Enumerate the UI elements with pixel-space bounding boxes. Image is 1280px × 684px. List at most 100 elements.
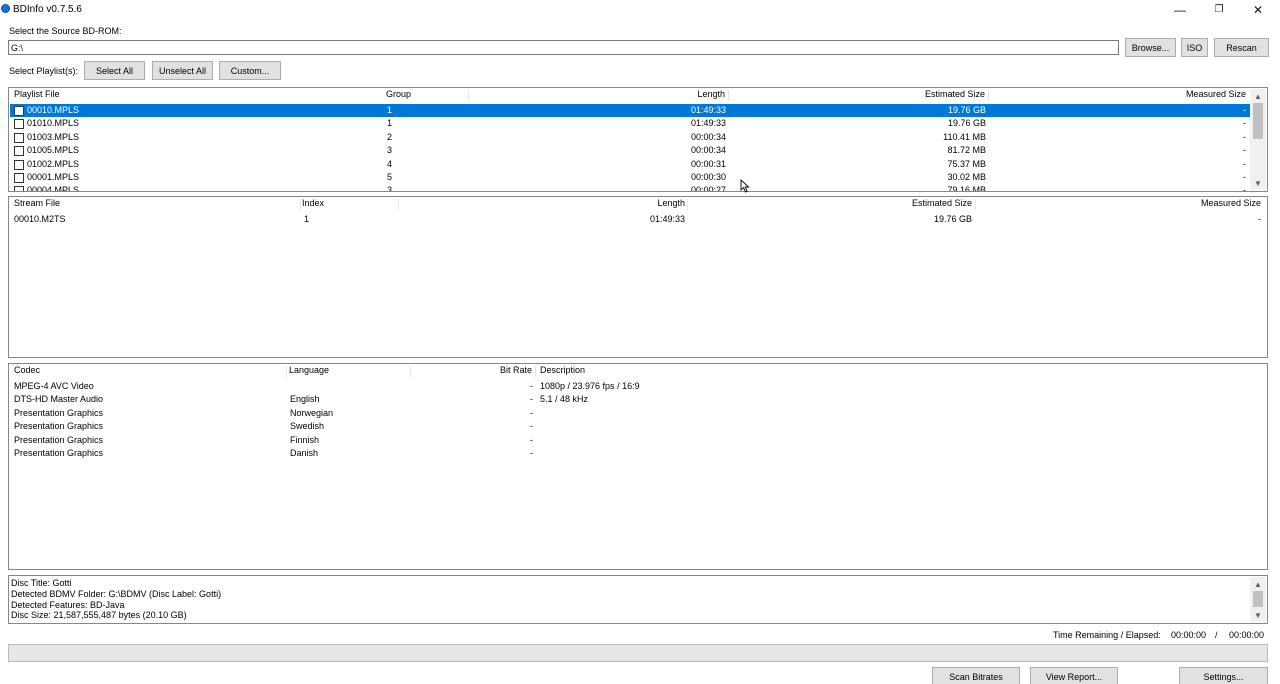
- playlist-estimated-size: 79.16 MB: [947, 185, 986, 192]
- playlist-group: 1: [387, 105, 393, 115]
- playlist-estimated-size: 19.76 GB: [947, 118, 986, 129]
- minimize-button[interactable]: —: [1160, 0, 1200, 19]
- scan-bitrates-button[interactable]: Scan Bitrates: [932, 667, 1020, 684]
- close-button[interactable]: ✕: [1238, 0, 1278, 19]
- header-divider[interactable]: [988, 90, 989, 101]
- playlist-row[interactable]: 00004.MPLS 3 00:00:27 79.16 MB -: [10, 184, 1250, 192]
- codec-row[interactable]: Presentation Graphics Danish -: [10, 447, 1266, 460]
- title-bar: BDInfo v0.7.5.6 — ❐ ✕: [0, 0, 1280, 19]
- header-measured-size[interactable]: Measured Size: [1159, 198, 1261, 211]
- codec-row[interactable]: Presentation Graphics Swedish -: [10, 420, 1266, 433]
- playlist-checkbox[interactable]: [14, 159, 24, 170]
- scroll-up-icon[interactable]: ▲: [1250, 89, 1266, 103]
- features-line: Detected Features: BD-Java: [11, 600, 125, 610]
- playlist-checkbox[interactable]: [14, 173, 24, 183]
- header-length[interactable]: Length: [649, 89, 725, 102]
- unselect-all-button[interactable]: Unselect All: [152, 61, 213, 80]
- header-divider[interactable]: [535, 366, 536, 377]
- playlist-estimated-size: 19.76 GB: [947, 105, 986, 115]
- playlist-list[interactable]: Playlist File Group Length Estimated Siz…: [8, 87, 1268, 192]
- codec-row[interactable]: Presentation Graphics Finnish -: [10, 434, 1266, 447]
- header-measured-size[interactable]: Measured Size: [1149, 89, 1246, 102]
- playlist-checkbox[interactable]: [14, 106, 24, 116]
- header-divider[interactable]: [398, 199, 399, 210]
- header-divider[interactable]: [286, 366, 287, 377]
- codec-language: Swedish: [290, 421, 325, 432]
- playlist-measured-size: -: [1243, 105, 1246, 115]
- playlist-checkbox[interactable]: [14, 119, 24, 130]
- header-divider[interactable]: [410, 366, 411, 377]
- playlist-file: 01010.MPLS: [27, 118, 80, 129]
- stream-row[interactable]: 00010.M2TS 1 01:49:33 19.76 GB -: [10, 213, 1266, 226]
- codec-name: Presentation Graphics: [14, 434, 104, 445]
- playlist-scrollbar[interactable]: ▲ ▼: [1250, 89, 1266, 190]
- playlist-checkbox[interactable]: [14, 146, 24, 157]
- playlist-checkbox[interactable]: [14, 132, 24, 143]
- codec-list[interactable]: Codec Language Bit Rate Description MPEG…: [8, 363, 1268, 570]
- restore-icon: ❐: [1214, 4, 1224, 15]
- header-index[interactable]: Index: [302, 198, 324, 211]
- playlist-row[interactable]: 01005.MPLS 3 00:00:34 81.72 MB -: [10, 144, 1250, 157]
- playlist-measured-size: -: [1243, 131, 1246, 142]
- header-divider[interactable]: [300, 199, 301, 210]
- header-divider[interactable]: [975, 199, 976, 210]
- disc-info-box[interactable]: Disc Title: Gotti Detected BDMV Folder: …: [8, 575, 1268, 624]
- header-length[interactable]: Length: [609, 198, 685, 211]
- restore-button[interactable]: ❐: [1199, 0, 1239, 19]
- playlist-length: 00:00:27: [690, 185, 726, 192]
- time-remaining: 00:00:00: [1171, 630, 1207, 640]
- playlist-estimated-size: 110.41 MB: [943, 131, 986, 142]
- view-report-button[interactable]: View Report...: [1030, 667, 1118, 684]
- header-language[interactable]: Language: [289, 365, 329, 378]
- stream-length: 01:49:33: [649, 214, 685, 224]
- disc-info-scrollbar[interactable]: ▲ ▼: [1250, 577, 1266, 622]
- playlist-row[interactable]: 01002.MPLS 4 00:00:31 75.37 MB -: [10, 158, 1250, 171]
- playlist-measured-size: -: [1243, 145, 1246, 156]
- header-stream-file[interactable]: Stream File: [14, 198, 60, 211]
- codec-language: Danish: [290, 448, 319, 458]
- iso-button[interactable]: ISO: [1181, 38, 1208, 57]
- playlist-length: 00:00:34: [690, 145, 726, 156]
- codec-language: English: [290, 394, 320, 405]
- browse-button[interactable]: Browse...: [1125, 38, 1176, 57]
- codec-name: Presentation Graphics: [14, 407, 104, 418]
- playlist-checkbox[interactable]: [14, 186, 24, 191]
- playlist-group: 4: [387, 158, 393, 169]
- header-estimated-size[interactable]: Estimated Size: [875, 198, 972, 211]
- header-playlist-file[interactable]: Playlist File: [14, 89, 60, 102]
- custom-button[interactable]: Custom...: [219, 61, 281, 80]
- playlist-group: 1: [387, 118, 393, 129]
- scroll-down-icon[interactable]: ▼: [1250, 608, 1266, 622]
- codec-name: Presentation Graphics: [14, 448, 104, 458]
- playlist-row[interactable]: 01010.MPLS 1 01:49:33 19.76 GB -: [10, 117, 1250, 130]
- header-divider[interactable]: [468, 90, 469, 101]
- select-all-button[interactable]: Select All: [84, 61, 145, 80]
- codec-row[interactable]: DTS-HD Master Audio English -5.1 / 48 kHz: [10, 393, 1266, 406]
- settings-button[interactable]: Settings...: [1179, 667, 1268, 684]
- playlist-row[interactable]: 00001.MPLS 5 00:00:30 30.02 MB -: [10, 171, 1250, 184]
- header-divider[interactable]: [728, 90, 729, 101]
- header-divider[interactable]: [687, 199, 688, 210]
- scroll-thumb[interactable]: [1253, 591, 1263, 607]
- stream-measured-size: -: [1258, 214, 1261, 224]
- codec-row[interactable]: Presentation Graphics Norwegian -: [10, 407, 1266, 420]
- window-title: BDInfo v0.7.5.6: [13, 4, 82, 15]
- codec-language: Finnish: [290, 434, 320, 445]
- header-bit-rate[interactable]: Bit Rate: [479, 365, 532, 378]
- header-description[interactable]: Description: [540, 365, 585, 378]
- playlist-row[interactable]: 01003.MPLS 2 00:00:34 110.41 MB -: [10, 131, 1250, 144]
- scroll-up-icon[interactable]: ▲: [1250, 577, 1266, 591]
- codec-row[interactable]: MPEG-4 AVC Video -1080p / 23.976 fps / 16…: [10, 380, 1266, 393]
- header-codec[interactable]: Codec: [14, 365, 40, 378]
- stream-list[interactable]: Stream File Index Length Estimated Size …: [8, 196, 1268, 358]
- playlist-measured-size: -: [1243, 185, 1246, 192]
- header-estimated-size[interactable]: Estimated Size: [889, 89, 985, 102]
- codec-language: Norwegian: [290, 407, 334, 418]
- scroll-down-icon[interactable]: ▼: [1250, 176, 1266, 190]
- source-path-input[interactable]: G:\: [8, 40, 1119, 55]
- header-group[interactable]: Group: [386, 89, 411, 102]
- playlist-row[interactable]: 00010.MPLS 1 01:49:33 19.76 GB -: [10, 104, 1250, 118]
- rescan-button[interactable]: Rescan: [1214, 38, 1269, 57]
- scroll-thumb[interactable]: [1253, 103, 1263, 139]
- disc-title-line: Disc Title: Gotti: [11, 578, 72, 588]
